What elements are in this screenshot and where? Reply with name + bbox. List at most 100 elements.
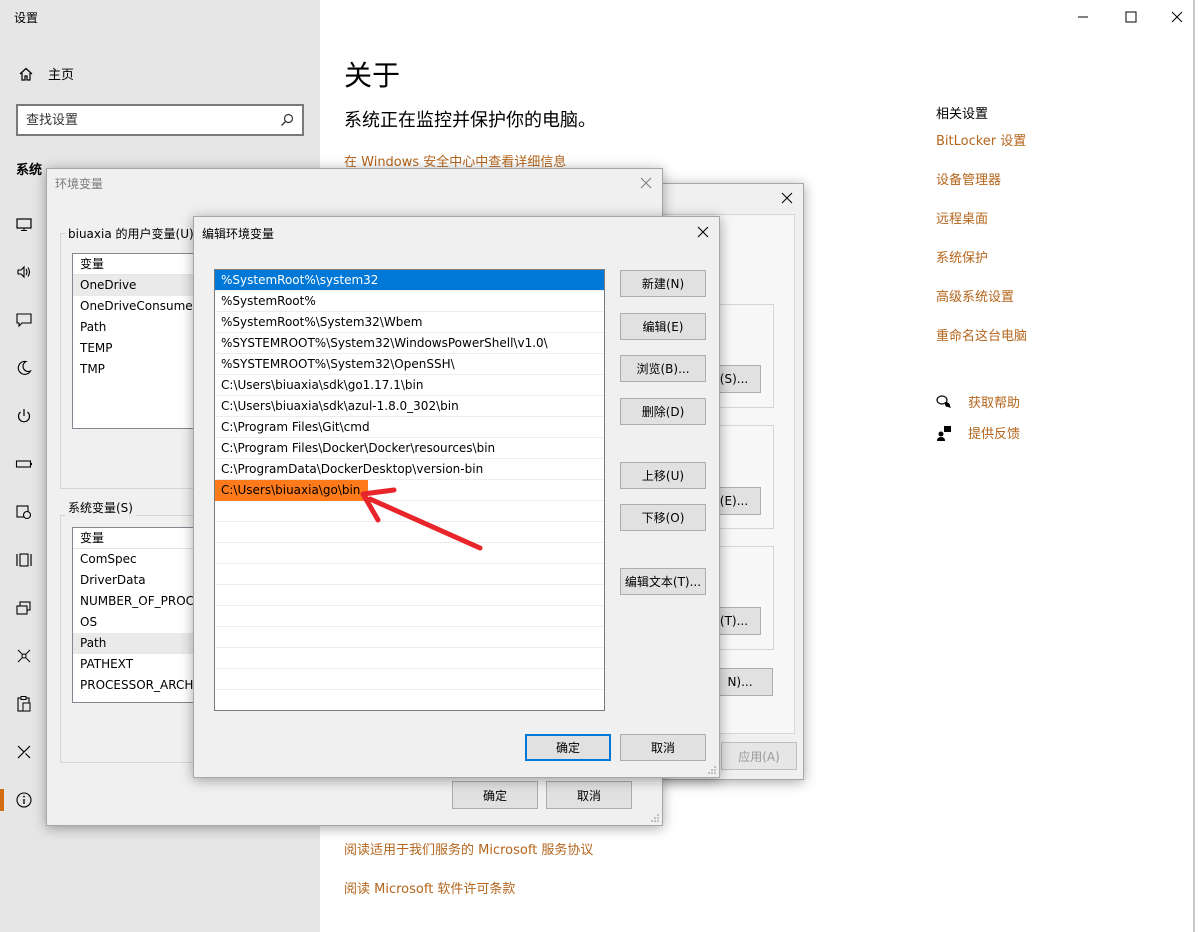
empty-row[interactable] [215,648,604,669]
delete-button[interactable]: 删除(D) [620,398,706,425]
list-item[interactable]: Path [73,317,201,338]
storage-icon[interactable] [15,503,33,521]
content-scrollbar[interactable] [1193,0,1195,932]
highlighted-path-row[interactable]: C:\Users\biuaxia\go\bin [215,480,604,501]
list-item[interactable]: TMP [73,359,201,380]
tablet-icon[interactable] [15,551,33,569]
advanced-system-settings-link[interactable]: 高级系统设置 [936,286,1014,305]
resize-grip-icon[interactable] [707,765,717,775]
home-label: 主页 [48,68,75,83]
nav-home[interactable]: 主页 [18,64,74,83]
env-dialog-title: 环境变量 [55,177,104,191]
edit-dialog-title: 编辑环境变量 [202,227,275,241]
env-cancel-button[interactable]: 取消 [546,781,632,809]
path-row[interactable]: %SystemRoot%\system32 [215,270,604,291]
device-manager-link[interactable]: 设备管理器 [936,169,1001,188]
highlighted-path[interactable]: C:\Users\biuaxia\go\bin [215,480,369,501]
bitlocker-link[interactable]: BitLocker 设置 [936,130,1026,149]
list-item[interactable]: DriverData [73,570,201,591]
multitasking-icon[interactable] [15,599,33,617]
get-help-link[interactable]: 获取帮助 [968,392,1020,411]
empty-row[interactable] [215,585,604,606]
minimize-icon[interactable] [1076,10,1090,24]
new-button[interactable]: 新建(N) [620,270,706,297]
empty-row[interactable] [215,543,604,564]
list-item[interactable]: Path [73,633,201,654]
empty-row[interactable] [215,501,604,522]
close-icon[interactable] [1170,10,1184,24]
projecting-icon[interactable] [15,647,33,665]
services-agreement-link[interactable]: 阅读适用于我们服务的 Microsoft 服务协议 [344,839,593,858]
list-item[interactable]: OneDriveConsumer [73,296,201,317]
list-item[interactable]: PATHEXT [73,654,201,675]
rename-pc-link[interactable]: 重命名这台电脑 [936,325,1027,344]
edit-dialog-close-icon[interactable] [697,226,709,238]
user-variables-header[interactable]: 变量 [73,254,201,275]
list-item[interactable]: TEMP [73,338,201,359]
resize-grip-icon[interactable] [650,813,660,823]
about-icon[interactable] [15,791,33,809]
search-box[interactable] [16,104,304,136]
battery-icon[interactable] [15,455,33,473]
list-item[interactable]: PROCESSOR_ARCHI [73,675,201,696]
empty-row[interactable] [215,564,604,585]
path-row[interactable]: C:\Program Files\Docker\Docker\resources… [215,438,604,459]
user-variables-label: biuaxia 的用户变量(U) [65,225,197,242]
list-item[interactable]: NUMBER_OF_PROCE [73,591,201,612]
empty-row[interactable] [215,669,604,690]
edit-environment-variable-dialog: 编辑环境变量 %SystemRoot%\system32 %SystemRoot… [193,216,720,778]
ok-button[interactable]: 确定 [525,734,611,761]
list-item[interactable]: ComSpec [73,549,201,570]
app-title: 设置 [14,11,39,25]
feedback-link[interactable]: 提供反馈 [968,423,1020,442]
apply-button[interactable]: 应用(A) [721,742,797,770]
path-list[interactable]: %SystemRoot%\system32 %SystemRoot% %Syst… [214,269,605,711]
sound-icon[interactable] [15,263,33,281]
system-variables-label: 系统变量(S) [65,499,136,516]
path-row[interactable]: C:\Program Files\Git\cmd [215,417,604,438]
feedback-icon [937,425,951,441]
system-variables-header[interactable]: 变量 [73,528,201,549]
move-up-button[interactable]: 上移(U) [620,462,706,489]
cancel-button[interactable]: 取消 [620,734,706,761]
list-item[interactable]: OS [73,612,201,633]
search-icon[interactable] [280,113,294,127]
move-down-button[interactable]: 下移(O) [620,504,706,531]
remote-desktop-link[interactable]: 远程桌面 [936,208,988,227]
display-icon[interactable] [15,215,33,233]
notifications-icon[interactable] [15,311,33,329]
list-item[interactable]: OneDrive [73,275,201,296]
focus-assist-icon[interactable] [15,359,33,377]
empty-row[interactable] [215,522,604,543]
system-variables-list[interactable]: 变量 ComSpec DriverData NUMBER_OF_PROCE OS… [72,527,202,703]
protection-status: 系统正在监控并保护你的电脑。 [344,110,596,131]
user-variables-list[interactable]: 变量 OneDrive OneDriveConsumer Path TEMP T… [72,253,202,429]
empty-row[interactable] [215,627,604,648]
maximize-icon[interactable] [1124,10,1138,24]
section-label: 系统 [16,163,43,178]
help-chat-icon [936,394,951,408]
path-row[interactable]: %SYSTEMROOT%\System32\OpenSSH\ [215,354,604,375]
path-row[interactable]: %SystemRoot% [215,291,604,312]
license-terms-link[interactable]: 阅读 Microsoft 软件许可条款 [344,878,515,897]
env-dialog-close-icon[interactable] [640,177,652,189]
browse-button[interactable]: 浏览(B)... [620,355,706,382]
path-row[interactable]: C:\Users\biuaxia\sdk\go1.17.1\bin [215,375,604,396]
system-properties-close-icon[interactable] [781,192,793,204]
feedback-row[interactable]: 提供反馈 [936,423,1020,442]
edit-text-button[interactable]: 编辑文本(T)... [620,568,706,595]
empty-row[interactable] [215,606,604,627]
search-input[interactable] [26,112,280,128]
get-help-row[interactable]: 获取帮助 [936,392,1020,411]
path-row[interactable]: C:\ProgramData\DockerDesktop\version-bin [215,459,604,480]
clipboard-icon[interactable] [15,695,33,713]
path-row[interactable]: %SystemRoot%\System32\Wbem [215,312,604,333]
home-icon [19,67,33,81]
env-ok-button[interactable]: 确定 [452,781,538,809]
power-icon[interactable] [15,407,33,425]
remote-desktop-icon[interactable] [15,743,33,761]
path-row[interactable]: C:\Users\biuaxia\sdk\azul-1.8.0_302\bin [215,396,604,417]
system-protection-link[interactable]: 系统保护 [936,247,988,266]
path-row[interactable]: %SYSTEMROOT%\System32\WindowsPowerShell\… [215,333,604,354]
edit-button[interactable]: 编辑(E) [620,313,706,340]
